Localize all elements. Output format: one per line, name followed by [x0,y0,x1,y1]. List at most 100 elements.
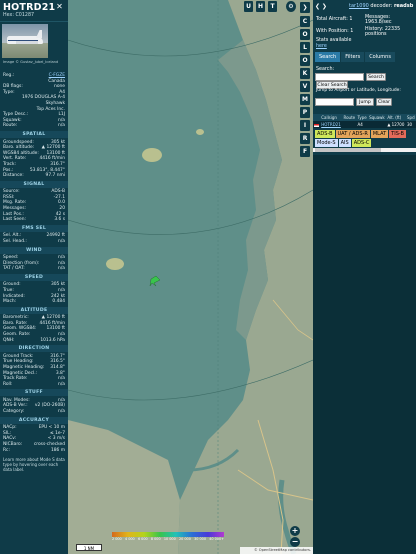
info-value: n/a [58,255,65,260]
search-input[interactable] [315,73,364,81]
row-callsign[interactable]: HOTRD21 [320,121,343,128]
selected-header: HOTRD21 Hex: C01287 ✕ [0,0,68,22]
decoder-name[interactable]: readsb [394,3,413,9]
info-key: Pos.: [3,167,14,173]
info-key: ADS-B Ver.: [3,403,28,409]
stats-here-link[interactable]: here [316,44,327,49]
table-scrollbar[interactable] [313,148,416,152]
clear-button[interactable]: Clear [376,98,392,106]
tab-search[interactable]: Search [315,52,341,62]
info-key: Magnetic Decl.: [3,370,38,376]
map-button-h[interactable]: H [256,1,265,12]
info-key: Baro. altitude: [3,145,35,151]
source-legend: ADS-B UAT / ADS-R MLAT TIS-B Mode-S AIS ADS-C [315,130,415,148]
col-callsign[interactable]: Callsign [320,114,343,121]
scrollbar-thumb[interactable] [315,148,381,152]
selected-callsign: HOTRD21 [3,2,56,13]
map-side-button-i[interactable]: I [300,120,310,131]
sidebar-toggle[interactable]: ❯ [300,2,310,13]
info-key: Vert. Rate: [3,156,27,162]
info-key: Rc: [3,447,10,453]
close-icon[interactable]: ✕ [55,2,64,11]
map-view[interactable]: U H T ⚙ ❯ C O L O K V M P I R F + − 2 00… [68,0,313,554]
info-value: 4416 ft/min [39,156,65,162]
jump-button[interactable]: Jump [356,98,374,106]
map-button-u[interactable]: U [244,1,253,12]
aircraft-photo[interactable] [2,24,48,58]
map-side-button-c[interactable]: C [300,16,310,27]
nav-arrows[interactable]: ❮ ❯ [315,3,327,10]
info-row: Mach: 0.484 [3,299,65,305]
section-header: SIGNAL [0,180,68,188]
col-squawk[interactable]: Squawk [368,114,387,121]
stats-available: Stats available [316,38,352,43]
map-side-button-v[interactable]: V [300,81,310,92]
section-header: SPEED [0,273,68,281]
altitude-tick: 40 000+ [209,537,224,541]
photo-aircraft-stripe [8,40,38,41]
section-header: ALTITUDE [0,306,68,314]
map-side-button-m[interactable]: M [300,94,310,105]
jump-input[interactable] [315,98,354,106]
map-side-button-o2[interactable]: O [300,55,310,66]
search-button[interactable]: Search [366,73,386,81]
stat-with-position: With Position: 1 [316,29,354,34]
info-key: Source: [3,189,20,195]
stat-history: History: 22335 positions [365,27,401,37]
info-key: Reg.: [3,73,15,78]
photo-credit[interactable]: Image © Gustav_Jubel_Iceland [3,60,58,64]
info-row: TAT / OAT: n/a [3,266,65,272]
altitude-tick: 2 000 [112,537,122,541]
col-route[interactable]: Route [342,114,357,121]
altitude-tick: 20 000 [179,537,191,541]
map-side-button-r[interactable]: R [300,133,310,144]
zoom-out-button[interactable]: − [290,537,300,547]
info-key: Distance: [3,173,24,179]
altitude-tick: 6 000 [137,537,148,541]
altitude-tick: 8 000 [150,537,161,541]
col-type[interactable]: Type [356,114,369,121]
info-value: n/a [58,123,65,129]
map-side-button-k[interactable]: K [300,68,310,79]
info-key: Roll: [3,381,13,387]
section-header: STUFF [0,389,68,397]
sidebar-top: ❮ ❯ tar1090 decoder: readsb [313,0,416,14]
tab-columns[interactable]: Columns [365,52,395,62]
tab-filters[interactable]: Filters [341,52,365,62]
col-alt[interactable]: Alt. (ft) [386,114,406,121]
osm-attribution[interactable]: © OpenStreetMap contributors. [240,547,313,554]
selected-aircraft-panel: HOTRD21 Hex: C01287 ✕ Image © Gustav_Jub… [0,0,68,554]
info-value: ADS-B [51,189,65,195]
map-side-button-p[interactable]: P [300,107,310,118]
info-key: Magnetic Heading: [3,364,45,370]
info-value: ▲ 12700 ft [41,145,65,151]
right-sidebar: ❮ ❯ tar1090 decoder: readsb Total Aircra… [313,0,416,554]
table-row[interactable]: HOTRD21 A4 ▲ 12700 30 [313,121,416,128]
legend-adsb: ADS-B [315,130,335,138]
info-key: Sel. Alt.: [3,233,22,239]
info-row: Category: n/a [3,409,65,415]
info-key: NACv: [3,436,17,442]
flag-icon [313,121,321,128]
info-value: n/a [58,332,65,337]
map-side-button-f[interactable]: F [300,146,310,157]
info-value: 305 kt [50,282,65,288]
zoom-in-button[interactable]: + [290,526,300,536]
info-value[interactable]: C-FGZE [49,73,65,78]
info-value: < 3 m/s [47,436,65,442]
map-button-t[interactable]: T [268,1,277,12]
info-value: n/a [58,266,65,272]
info-value: Skyhawk [45,101,65,106]
info-key: DB flags: [3,84,23,90]
decoder-link[interactable]: tar1090 [349,3,369,9]
map-side-button-l[interactable]: L [300,42,310,53]
info-value: 97.7 nmi [45,173,65,179]
scale-bar: 1 NM [76,544,102,551]
info-value: 3.8° [55,370,65,376]
settings-icon[interactable]: ⚙ [286,1,296,12]
col-spd[interactable]: Spd [406,114,416,121]
section-header: ACCURACY [0,416,68,424]
info-key: True Heading: [3,359,34,365]
map-side-button-o1[interactable]: O [300,29,310,40]
decoder-info: tar1090 decoder: readsb [349,3,413,9]
